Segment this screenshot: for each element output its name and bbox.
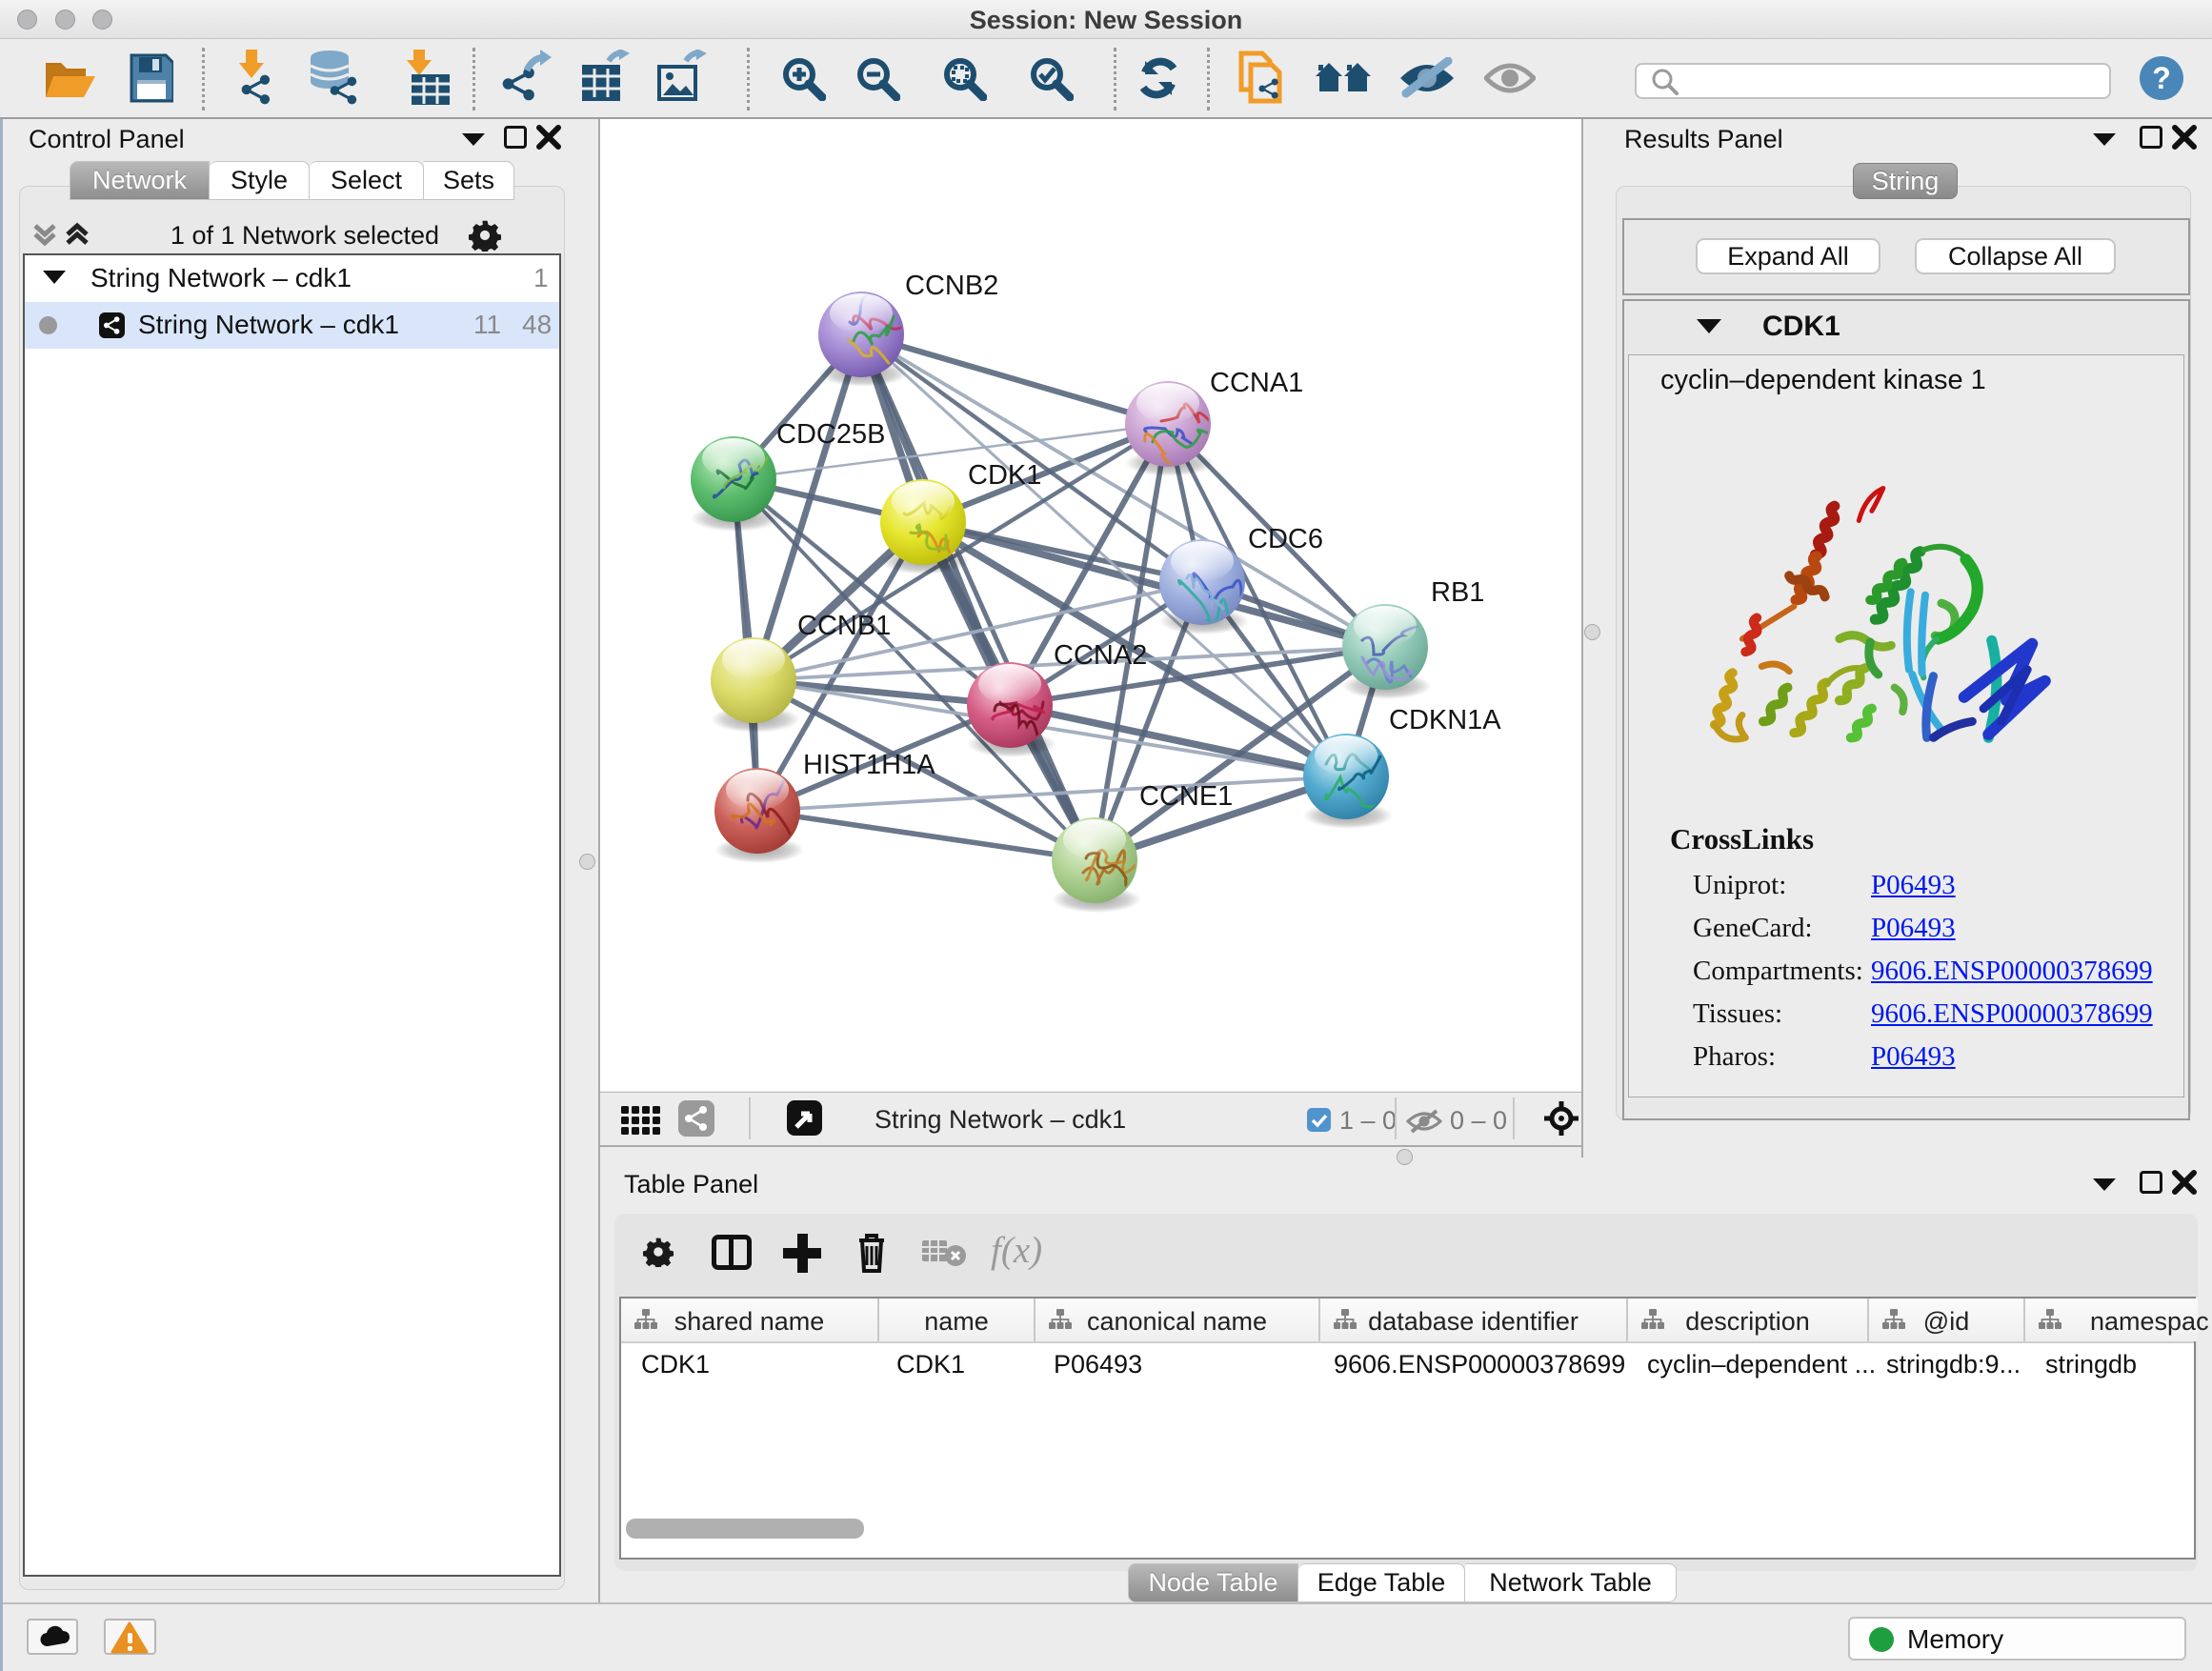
svg-text:CCNA2: CCNA2 (1054, 640, 1147, 671)
svg-text:CCNB2: CCNB2 (905, 271, 998, 301)
svg-text:CCNE1: CCNE1 (1139, 781, 1233, 812)
svg-text:RB1: RB1 (1431, 577, 1484, 608)
svg-text:HIST1H1A: HIST1H1A (803, 750, 935, 780)
svg-text:CCNA1: CCNA1 (1210, 368, 1303, 398)
svg-text:CDC6: CDC6 (1248, 524, 1323, 554)
svg-text:CCNB1: CCNB1 (797, 611, 891, 641)
svg-text:CDC25B: CDC25B (776, 419, 885, 450)
svg-text:CDKN1A: CDKN1A (1389, 705, 1501, 735)
svg-text:CDK1: CDK1 (968, 460, 1041, 491)
